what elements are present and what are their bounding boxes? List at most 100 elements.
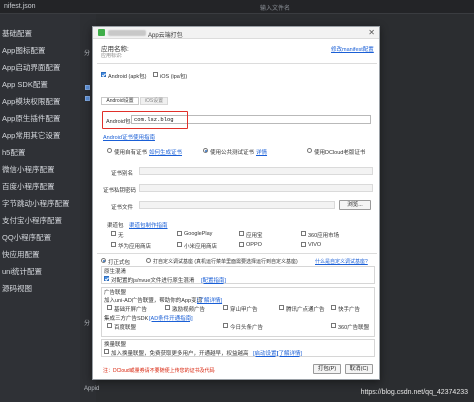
ad-option-label: 基础开屏广告 [114, 306, 148, 313]
channel-label-item: 小米应用商店 [184, 243, 218, 250]
tab-ios-settings[interactable]: iOS设置 [140, 97, 168, 105]
sidebar-item-app-icon[interactable]: App图标配置 [2, 45, 45, 56]
file-tab[interactable]: nifest.json [4, 3, 36, 10]
close-icon[interactable]: ✕ [368, 28, 375, 37]
ad-option-label: 快手广告 [338, 306, 361, 313]
channel-vivo-checkbox[interactable] [301, 242, 306, 247]
channel-xiaomi-checkbox[interactable] [177, 242, 182, 247]
channel-googleplay-checkbox[interactable] [177, 231, 182, 236]
public-cert-detail-link[interactable]: 详情 [256, 148, 267, 156]
blurred-project-name [108, 30, 146, 36]
sidebar-item-sdk[interactable]: App SDK配置 [2, 79, 48, 90]
native-obfuscation-checkbox[interactable] [104, 276, 109, 281]
own-cert-radio[interactable] [107, 148, 112, 153]
sidebar-item-toutiao[interactable]: 字节跳动小程序配置 [2, 198, 70, 209]
sidebar-item-uni-stat[interactable]: uni统计配置 [2, 266, 42, 277]
how-to-generate-cert-link[interactable]: 如何生成证书 [149, 148, 182, 156]
csdn-watermark: https://blog.csdn.net/qq_42374233 [360, 389, 468, 396]
cert-guide-link[interactable]: Android证书使用指南 [103, 133, 155, 141]
sidebar-item-baidu[interactable]: 百度小程序配置 [2, 181, 55, 192]
channel-huawei-checkbox[interactable] [111, 242, 116, 247]
ad-option-label: 穿山甲广告 [230, 306, 258, 313]
gutter-checkbox[interactable] [85, 85, 90, 90]
editor-tab-bar: nifest.json 输入文件名 [0, 0, 474, 14]
ad-guangdiantong-checkbox[interactable] [279, 305, 284, 310]
native-obfuscation-guide-link[interactable]: [配置指南] [201, 276, 226, 284]
hbuilder-icon [98, 29, 105, 36]
native-obfuscation-text: 对配置的js/nvue文件进行原生混淆 [111, 277, 195, 284]
android-checkbox[interactable] [101, 72, 106, 77]
divider [97, 63, 377, 64]
custom-base-radio[interactable] [146, 258, 151, 263]
old-dcloud-cert-radio[interactable] [307, 148, 312, 153]
cloud-pack-dialog: App云端打包 ✕ 应用名称: 应用标识: 修改manifest配置 Andro… [92, 26, 380, 380]
file-search-input[interactable]: 输入文件名 [260, 3, 290, 12]
gutter-checkbox[interactable] [85, 96, 90, 101]
ad-360-checkbox[interactable] [331, 323, 336, 328]
ios-checkbox[interactable] [153, 72, 158, 77]
channel-label-item: OPPO [246, 241, 262, 248]
channel-label-item: 华为应用商店 [118, 243, 152, 250]
manifest-sidebar: 基础配置 App图标配置 App启动界面配置 App SDK配置 App模块权限… [0, 14, 80, 402]
sidebar-item-quickapp[interactable]: 快应用配置 [2, 249, 40, 260]
sidebar-item-other-settings[interactable]: App常用其它设置 [2, 130, 60, 141]
sidebar-item-basic[interactable]: 基础配置 [2, 28, 32, 39]
channel-guide-link[interactable]: 渠道包制作指南 [129, 221, 168, 229]
sidebar-item-splash[interactable]: App启动界面配置 [2, 62, 60, 73]
own-cert-label: 使用自有证书 [114, 149, 148, 156]
sidebar-item-source-view[interactable]: 源码视图 [2, 283, 32, 294]
manifest-config-link[interactable]: 修改manifest配置 [331, 45, 374, 53]
cert-password-input[interactable] [139, 184, 373, 192]
tab-android-settings[interactable]: Android设置 [101, 97, 139, 105]
sidebar-item-weixin[interactable]: 微信小程序配置 [2, 164, 55, 175]
exchange-union-checkbox[interactable] [104, 349, 109, 354]
ad-reward-video-checkbox[interactable] [165, 305, 170, 310]
custom-base-help-link[interactable]: 什么是自定义调试基座? [315, 258, 368, 265]
exchange-detail-link[interactable]: [了解详情] [277, 349, 302, 357]
dialog-titlebar: App云端打包 ✕ [93, 27, 379, 39]
channel-label-item: 无 [118, 232, 124, 239]
ad-third-sdk-guide-link[interactable]: [AD条件开通指南] [149, 314, 193, 322]
sidebar-item-qq[interactable]: QQ小程序配置 [2, 232, 51, 243]
dialog-title: App云端打包 [148, 32, 183, 39]
channel-none-checkbox[interactable] [111, 231, 116, 236]
channel-label-item: 应用宝 [246, 232, 263, 239]
channel-label-item: VIVO [308, 241, 322, 248]
cert-file-input[interactable] [139, 201, 335, 209]
public-test-cert-radio[interactable] [203, 148, 208, 153]
ad-option-label: 激励视频广告 [172, 306, 206, 313]
ad-union-desc: 加入uni-AD广告联盟，帮助你的App变现 [104, 298, 203, 304]
appid-label: Appid [84, 386, 100, 392]
channel-yingyongbao-checkbox[interactable] [239, 231, 244, 236]
sidebar-item-h5[interactable]: h5配置 [2, 147, 25, 158]
ad-union-detail-link[interactable]: [了解详情] [197, 296, 222, 304]
channel-label: 渠道包 [107, 222, 124, 229]
sidebar-item-permissions[interactable]: App模块权限配置 [2, 96, 60, 107]
formal-pack-label: 打正式包 [108, 259, 131, 266]
custom-base-label: 打自定义调试基座 (真机运行菜单里面需要选择运行到自定义基座) [153, 258, 298, 265]
channel-oppo-checkbox[interactable] [239, 242, 244, 247]
cancel-button[interactable]: 取消(C) [345, 364, 373, 374]
pack-button[interactable]: 打包(P) [313, 364, 341, 374]
ad-option-label: 今日头条广告 [230, 324, 264, 331]
ad-option-label: 腾讯广点通广告 [286, 306, 325, 313]
exchange-union-title: 换量联盟 [104, 342, 127, 348]
cert-password-label: 证书私钥密码 [103, 187, 137, 194]
ad-splash-checkbox[interactable] [107, 305, 112, 310]
ad-toutiao-checkbox[interactable] [223, 323, 228, 328]
formal-pack-radio[interactable] [101, 258, 106, 263]
channel-label-item: GooglePlay [184, 230, 213, 237]
sidebar-item-alipay[interactable]: 支付宝小程序配置 [2, 215, 62, 226]
browse-button[interactable]: 浏览... [339, 200, 371, 210]
sidebar-item-native-plugins[interactable]: App原生插件配置 [2, 113, 60, 124]
gutter-text: 分 [84, 321, 91, 327]
ad-baidu-checkbox[interactable] [107, 323, 112, 328]
gutter-text: 分 [84, 51, 91, 57]
exchange-startup-settings-link[interactable]: [启动设置] [253, 349, 278, 357]
cert-alias-input[interactable] [139, 167, 373, 175]
channel-360-checkbox[interactable] [301, 231, 306, 236]
ad-kuaishou-checkbox[interactable] [331, 305, 336, 310]
exchange-union-text: 加入换量联盟，免费获取更多用户，开通越早，权益越高 [111, 350, 249, 357]
ad-chuanshanjia-checkbox[interactable] [223, 305, 228, 310]
red-highlight-annotation [102, 111, 188, 129]
